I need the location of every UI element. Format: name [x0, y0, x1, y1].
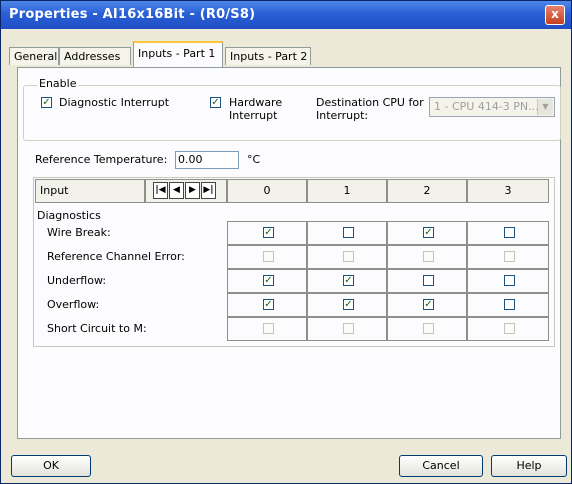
hardware-interrupt-label-line1: Hardware	[229, 96, 283, 109]
channel-2-checkbox[interactable]: ✓	[423, 227, 434, 238]
channel-2-checkbox	[423, 323, 434, 334]
first-channel-icon[interactable]: |◀	[153, 182, 168, 199]
previous-channel-icon[interactable]: ◀	[169, 182, 184, 199]
window-title: Properties - AI16x16Bit - (R0/S8)	[9, 7, 256, 22]
chevron-down-icon[interactable]: ▼	[537, 99, 553, 115]
channel-2-header[interactable]: 2	[387, 179, 467, 203]
help-button[interactable]: Help	[491, 455, 567, 477]
close-button[interactable]: x	[545, 5, 565, 25]
last-channel-icon[interactable]: ▶|	[201, 182, 216, 199]
diagnostic-interrupt-checkbox[interactable]: ✓	[41, 97, 52, 108]
channel-2-checkbox[interactable]: ✓	[423, 299, 434, 310]
destination-cpu-label-line1: Destination CPU for	[316, 96, 424, 109]
channel-3-checkbox[interactable]	[504, 227, 515, 238]
channel-0-header[interactable]: 0	[227, 179, 307, 203]
channel-1-checkbox	[343, 323, 354, 334]
destination-cpu-value: 1 - CPU 414-3 PN...	[434, 100, 539, 113]
close-icon: x	[551, 7, 559, 21]
channel-2-checkbox	[423, 251, 434, 262]
channel-3-checkbox	[504, 251, 515, 262]
channel-1-checkbox	[343, 251, 354, 262]
ok-button[interactable]: OK	[11, 455, 91, 477]
enable-group-label: Enable	[37, 77, 79, 90]
tab-addresses[interactable]: Addresses	[59, 47, 131, 65]
diagnostics-row-label: Wire Break:	[47, 226, 111, 239]
properties-dialog: Properties - AI16x16Bit - (R0/S8) x Gene…	[0, 0, 572, 484]
diagnostic-interrupt-label: Diagnostic Interrupt	[59, 96, 170, 109]
channel-1-checkbox[interactable]: ✓	[343, 299, 354, 310]
input-column-header: Input	[35, 179, 145, 203]
title-bar[interactable]: Properties - AI16x16Bit - (R0/S8) x	[1, 1, 571, 29]
diagnostics-row-label: Overflow:	[47, 298, 100, 311]
diagnostics-row-label: Short Circuit to M:	[47, 322, 147, 335]
channel-0-checkbox[interactable]: ✓	[263, 227, 274, 238]
channel-1-header[interactable]: 1	[307, 179, 387, 203]
cancel-button[interactable]: Cancel	[399, 455, 483, 477]
reference-temperature-unit: °C	[247, 153, 261, 166]
destination-cpu-select[interactable]: 1 - CPU 414-3 PN... ▼	[429, 97, 555, 117]
tab-inputs-part-2[interactable]: Inputs - Part 2	[225, 47, 311, 65]
channel-2-checkbox[interactable]	[423, 275, 434, 286]
tab-general[interactable]: General	[9, 47, 59, 65]
channel-1-checkbox[interactable]: ✓	[343, 275, 354, 286]
diagnostics-row-label: Underflow:	[47, 274, 107, 287]
reference-temperature-label: Reference Temperature:	[35, 153, 168, 166]
channel-0-checkbox[interactable]: ✓	[263, 275, 274, 286]
channel-3-header[interactable]: 3	[467, 179, 549, 203]
diagnostics-section-label: Diagnostics	[37, 209, 101, 222]
channel-0-checkbox[interactable]: ✓	[263, 299, 274, 310]
channel-0-checkbox	[263, 251, 274, 262]
channel-3-checkbox[interactable]	[504, 299, 515, 310]
channel-0-checkbox	[263, 323, 274, 334]
channel-1-checkbox[interactable]	[343, 227, 354, 238]
next-channel-icon[interactable]: ▶	[185, 182, 200, 199]
destination-cpu-label-line2: Interrupt:	[316, 109, 369, 122]
tab-inputs-part-1[interactable]: Inputs - Part 1	[133, 41, 223, 67]
reference-temperature-input[interactable]: 0.00	[175, 151, 239, 169]
channel-3-checkbox	[504, 323, 515, 334]
channel-3-checkbox[interactable]	[504, 275, 515, 286]
hardware-interrupt-label-line2: Interrupt	[229, 109, 278, 122]
hardware-interrupt-checkbox[interactable]: ✓	[210, 97, 221, 108]
diagnostics-row-label: Reference Channel Error:	[47, 250, 185, 263]
